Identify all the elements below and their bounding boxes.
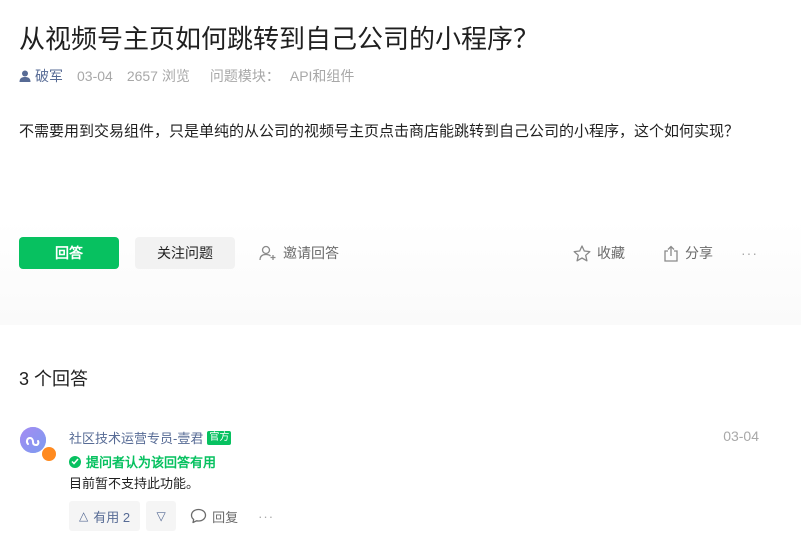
question-author[interactable]: 破军	[19, 66, 63, 86]
question-actions: 回答 关注问题 邀请回答 收藏 分享 ···	[19, 237, 784, 269]
share-label: 分享	[685, 245, 713, 261]
answer-date: 03-04	[723, 428, 759, 444]
answer-author[interactable]: 社区技术运营专员-壹君	[69, 428, 203, 447]
upvote-icon: △	[79, 509, 89, 523]
downvote-icon: ▽	[156, 509, 166, 523]
downvote-button[interactable]: ▽	[146, 501, 177, 531]
more-options-button[interactable]: ···	[741, 237, 758, 269]
favorite-label: 收藏	[597, 245, 625, 261]
share-icon	[664, 245, 678, 262]
reply-button[interactable]: 回复	[190, 507, 238, 526]
question-card: 从视频号主页如何跳转到自己公司的小程序？ 破军 03-04 2657 浏览 问题…	[0, 0, 801, 325]
answer-author-row: 社区技术运营专员-壹君 官方	[69, 428, 232, 447]
author-name: 破军	[35, 68, 63, 84]
question-date: 03-04	[77, 68, 113, 84]
avatar[interactable]	[19, 425, 57, 463]
star-icon	[573, 244, 591, 261]
answer-item: 社区技术运营专员-壹君 官方 03-04 提问者认为该回答有用 目前暂不支持此功…	[19, 425, 784, 545]
invite-answer-button[interactable]: 邀请回答	[259, 237, 339, 269]
module-label: 问题模块：	[209, 68, 280, 84]
add-user-icon	[259, 245, 276, 261]
official-badge: 官方	[207, 430, 232, 445]
question-views: 2657 浏览	[126, 68, 190, 84]
question-title: 从视频号主页如何跳转到自己公司的小程序？	[19, 24, 540, 54]
helpful-note-text: 提问者认为该回答有用	[86, 455, 217, 470]
question-meta: 破军 03-04 2657 浏览 问题模块： API和组件	[19, 66, 354, 86]
answer-button[interactable]: 回答	[19, 237, 119, 269]
comment-icon	[190, 508, 207, 524]
invite-label: 邀请回答	[283, 245, 339, 261]
user-icon	[19, 70, 31, 82]
upvote-label: 有用 2	[93, 509, 131, 525]
answer-more-button[interactable]: ···	[258, 509, 274, 524]
share-button[interactable]: 分享	[663, 237, 713, 269]
answer-body: 目前暂不支持此功能。	[69, 476, 200, 491]
answers-count: 3 个回答	[19, 369, 89, 389]
helpful-note: 提问者认为该回答有用	[69, 452, 216, 471]
upvote-button[interactable]: △ 有用 2	[69, 501, 141, 531]
favorite-button[interactable]: 收藏	[573, 237, 625, 269]
check-circle-icon	[69, 455, 81, 468]
module-value[interactable]: API和组件	[290, 66, 355, 86]
follow-question-button[interactable]: 关注问题	[135, 237, 235, 269]
answer-actions: △ 有用 2 ▽ 回复 ···	[69, 501, 274, 531]
reply-label: 回复	[212, 509, 239, 525]
question-body: 不需要用到交易组件，只是单纯的从公司的视频号主页点击商店能跳转到自己公司的小程序…	[19, 123, 740, 140]
